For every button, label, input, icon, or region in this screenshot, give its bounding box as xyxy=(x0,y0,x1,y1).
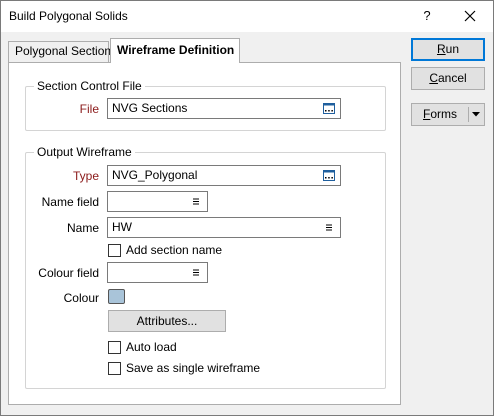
auto-load-label: Auto load xyxy=(126,340,177,354)
attributes-button[interactable]: Attributes... xyxy=(108,310,226,332)
title-bar: Build Polygonal Solids ? xyxy=(1,1,493,32)
tab-wireframe-definition[interactable]: Wireframe Definition xyxy=(110,38,240,63)
ellipsis-browse-icon[interactable] xyxy=(323,170,335,181)
run-label-accel: R xyxy=(436,42,446,56)
file-label: File xyxy=(79,102,99,116)
forms-divider xyxy=(468,107,469,122)
list-picker-icon[interactable] xyxy=(190,267,202,278)
name-value: HW xyxy=(112,220,132,234)
forms-label: Forms xyxy=(412,104,468,125)
output-wireframe-group-label: Output Wireframe xyxy=(34,145,135,159)
cancel-button[interactable]: Cancel xyxy=(411,67,485,90)
forms-label-post: orms xyxy=(430,107,457,121)
ellipsis-browse-icon[interactable] xyxy=(323,103,335,114)
type-value: NVG_Polygonal xyxy=(112,168,198,182)
forms-button[interactable]: Forms xyxy=(411,103,485,126)
list-picker-icon[interactable] xyxy=(190,196,202,207)
cancel-label-post: ancel xyxy=(437,71,467,85)
list-picker-icon[interactable] xyxy=(323,222,335,233)
colour-field-label: Colour field xyxy=(38,266,99,280)
add-section-name-label: Add section name xyxy=(126,243,223,257)
single-wireframe-checkbox[interactable] xyxy=(108,362,121,375)
name-field-label: Name field xyxy=(41,195,99,209)
dialog-window: Build Polygonal Solids ? Polygonal Secti… xyxy=(0,0,494,416)
colour-label: Colour xyxy=(63,291,99,305)
tab-panel: Section Control File File NVG Sections O… xyxy=(8,62,401,405)
cancel-label-accel: C xyxy=(429,71,438,85)
section-control-group-label: Section Control File xyxy=(34,79,145,93)
colour-swatch[interactable] xyxy=(108,289,125,304)
name-label: Name xyxy=(66,221,99,235)
tab-polygonal-sections[interactable]: Polygonal Sections xyxy=(8,41,117,62)
file-input[interactable]: NVG Sections xyxy=(107,98,341,119)
window-title: Build Polygonal Solids xyxy=(9,9,128,23)
chevron-down-icon[interactable] xyxy=(472,112,480,117)
close-icon xyxy=(464,10,476,22)
type-input[interactable]: NVG_Polygonal xyxy=(107,165,341,186)
help-button[interactable]: ? xyxy=(413,3,441,29)
run-button[interactable]: Run xyxy=(411,38,485,61)
close-button[interactable] xyxy=(455,3,485,29)
name-field-input[interactable] xyxy=(107,191,208,212)
single-wireframe-label: Save as single wireframe xyxy=(126,361,261,375)
run-label-post: un xyxy=(445,42,460,56)
type-label: Type xyxy=(72,169,99,183)
auto-load-checkbox[interactable] xyxy=(108,341,121,354)
name-input[interactable]: HW xyxy=(107,217,341,238)
add-section-name-checkbox[interactable] xyxy=(108,244,121,257)
file-value: NVG Sections xyxy=(112,101,188,115)
colour-field-input[interactable] xyxy=(107,262,208,283)
